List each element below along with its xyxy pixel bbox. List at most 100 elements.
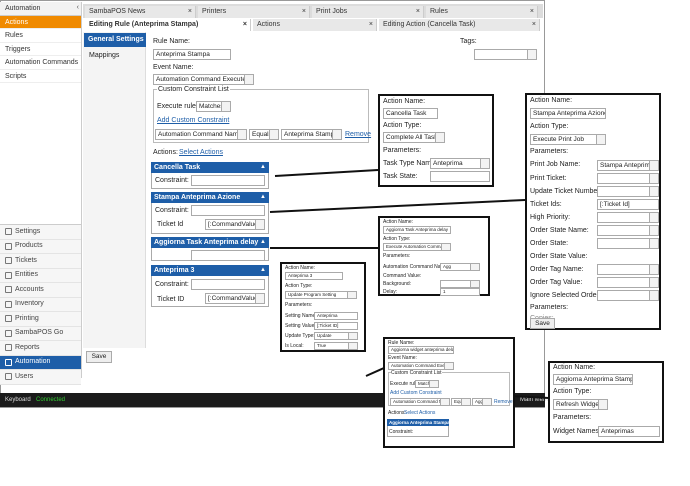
order-tag-name-select[interactable] [597, 264, 659, 275]
event-name-select[interactable]: Automation Command Executed [153, 74, 254, 85]
order-state-select[interactable] [597, 238, 659, 249]
close-icon[interactable]: × [532, 19, 536, 31]
select-actions-link[interactable]: Select Actions [404, 410, 435, 416]
tab-sambapos-news[interactable]: SambaPOS News × [85, 6, 196, 18]
action-card-header[interactable]: Anteprima 3 ▲ [151, 265, 269, 276]
save-button[interactable]: Save [530, 318, 555, 329]
nav-reports[interactable]: Reports [0, 341, 81, 356]
action-type-select[interactable]: Update Program Setting [285, 291, 357, 299]
rule-name-field[interactable]: Aggiorna widget anteprima delay [388, 346, 454, 354]
ignore-selected-orders-select[interactable] [597, 290, 659, 301]
matches-select[interactable]: Matches [415, 380, 439, 388]
sidebar-item-actions[interactable]: Actions [0, 15, 81, 29]
close-icon[interactable]: × [530, 6, 534, 18]
close-icon[interactable]: × [188, 6, 192, 18]
collapse-icon[interactable]: ▲ [260, 237, 266, 248]
rule-name-field[interactable]: Anteprima Stampa [153, 49, 231, 60]
print-job-select[interactable]: Stampa Anteprima Job [597, 160, 659, 171]
nav-automation[interactable]: Automation [0, 355, 81, 370]
remove-link[interactable]: Remove [494, 399, 513, 405]
setting-name-field[interactable]: Anteprima [314, 312, 358, 320]
add-constraint-link[interactable]: Add Custom Constraint [157, 117, 229, 124]
constraint-field[interactable] [191, 175, 265, 186]
constraint-field[interactable] [191, 205, 265, 216]
constraint-field-select[interactable]: Automation Command Name [155, 129, 247, 140]
order-state-name-select[interactable] [597, 225, 659, 236]
add-constraint-link[interactable]: Add Custom Constraint [390, 390, 442, 396]
constraint-value-select[interactable]: Agg [472, 398, 492, 406]
update-type-select[interactable]: Update [314, 332, 358, 340]
action-name-field[interactable]: Anteprima 3 [285, 272, 343, 280]
keyboard-button[interactable]: Keyboard [5, 397, 31, 403]
constraint-op-select[interactable]: Equals [249, 129, 279, 140]
ticket-ids-field[interactable]: [:Ticket Id] [597, 199, 659, 210]
main-menu-button[interactable]: Main Menu [520, 397, 550, 403]
action-card-header[interactable]: Aggiorna Task Anteprima delay ▲ [151, 237, 269, 248]
matches-select[interactable]: Matches [196, 101, 231, 112]
task-type-select[interactable]: Anteprima [430, 158, 490, 169]
action-type-select[interactable]: Execute Print Job [530, 134, 606, 145]
sidebar-scroll-arrow[interactable]: ‹ [77, 4, 79, 11]
widget-names-field[interactable]: Anteprimas [598, 426, 660, 437]
nav-accounts[interactable]: Accounts [0, 283, 81, 298]
print-ticket-select[interactable] [597, 173, 659, 184]
constraint-field[interactable] [191, 279, 265, 290]
tab-rules[interactable]: Rules × [426, 6, 538, 18]
tab-printers[interactable]: Printers × [198, 6, 310, 18]
tab-print-jobs[interactable]: Print Jobs × [312, 6, 424, 18]
action-card-header[interactable]: Aggiorna Anteprima Stampa [387, 419, 449, 426]
save-button[interactable]: Save [86, 351, 112, 363]
nav-inventory[interactable]: Inventory [0, 297, 81, 312]
general-settings-tab[interactable]: General Settings [84, 33, 146, 47]
action-type-select[interactable]: Execute Automation Command [383, 243, 451, 251]
close-icon[interactable]: × [416, 6, 420, 18]
tab-actions[interactable]: Actions × [253, 19, 377, 31]
nav-users[interactable]: Users [0, 370, 81, 385]
collapse-icon[interactable]: ▲ [260, 192, 266, 203]
is-local-select[interactable]: True [314, 342, 358, 350]
event-name-select[interactable]: Automation Command Executed [388, 362, 454, 370]
action-type-select[interactable]: Refresh Widgets [553, 399, 608, 410]
constraint-field-select[interactable]: Automation Command Name [390, 398, 450, 406]
action-name-field[interactable]: Aggiorna Task Anteprima delay [383, 226, 451, 234]
update-ticket-number-select[interactable] [597, 186, 659, 197]
sidebar-item-rules[interactable]: Rules [0, 29, 81, 43]
ticket-id-select[interactable]: [:CommandValue] [205, 219, 265, 230]
collapse-icon[interactable]: ▲ [260, 265, 266, 276]
sidebar-item-scripts[interactable]: Scripts [0, 70, 81, 83]
action-card-header[interactable]: Stampa Anteprima Azione ▲ [151, 192, 269, 203]
close-icon[interactable]: × [243, 19, 247, 31]
nav-printing[interactable]: Printing [0, 312, 81, 327]
action-name-field[interactable]: Cancella Task [383, 108, 438, 119]
nav-sambapos-go[interactable]: SambaPOS Go [0, 326, 81, 341]
close-icon[interactable]: × [369, 19, 373, 31]
close-icon[interactable]: × [302, 6, 306, 18]
tags-select[interactable] [474, 49, 537, 60]
action-card-header[interactable]: Cancella Task ▲ [151, 162, 269, 173]
nav-settings[interactable]: Settings [0, 225, 81, 240]
mappings-tab[interactable]: Mappings [89, 52, 119, 59]
nav-tickets[interactable]: Tickets [0, 254, 81, 269]
order-tag-value-select[interactable] [597, 277, 659, 288]
ticket-id-select[interactable]: [:CommandValue] [205, 293, 265, 304]
background-select[interactable] [440, 280, 480, 288]
command-name-select[interactable]: Agg [440, 263, 480, 271]
delay-field[interactable]: 1 [440, 288, 480, 296]
collapse-icon[interactable]: ▲ [260, 162, 266, 173]
high-priority-select[interactable] [597, 212, 659, 223]
sidebar-item-automation-commands[interactable]: Automation Commands [0, 56, 81, 70]
sidebar-item-triggers[interactable]: Triggers [0, 43, 81, 56]
setting-value-field[interactable]: [:Ticket ID] [314, 322, 358, 330]
nav-entities[interactable]: Entities [0, 268, 81, 283]
select-actions-link[interactable]: Select Actions [179, 149, 223, 156]
action-name-field[interactable]: Stampa Anteprima Azione [530, 108, 606, 119]
constraint-field[interactable] [191, 250, 265, 261]
action-type-select[interactable]: Complete All Tasks [383, 132, 445, 143]
tab-editing-action[interactable]: Editing Action (Cancella Task) × [379, 19, 540, 31]
action-name-field[interactable]: Aggiorna Anteprima Stampa [553, 374, 633, 385]
constraint-value-select[interactable]: Anteprima Stampa [281, 129, 342, 140]
nav-products[interactable]: Products [0, 239, 81, 254]
task-state-field[interactable] [430, 171, 490, 182]
tab-editing-rule[interactable]: Editing Rule (Anteprima Stampa) × [85, 19, 251, 31]
constraint-op-select[interactable]: Equals [451, 398, 471, 406]
